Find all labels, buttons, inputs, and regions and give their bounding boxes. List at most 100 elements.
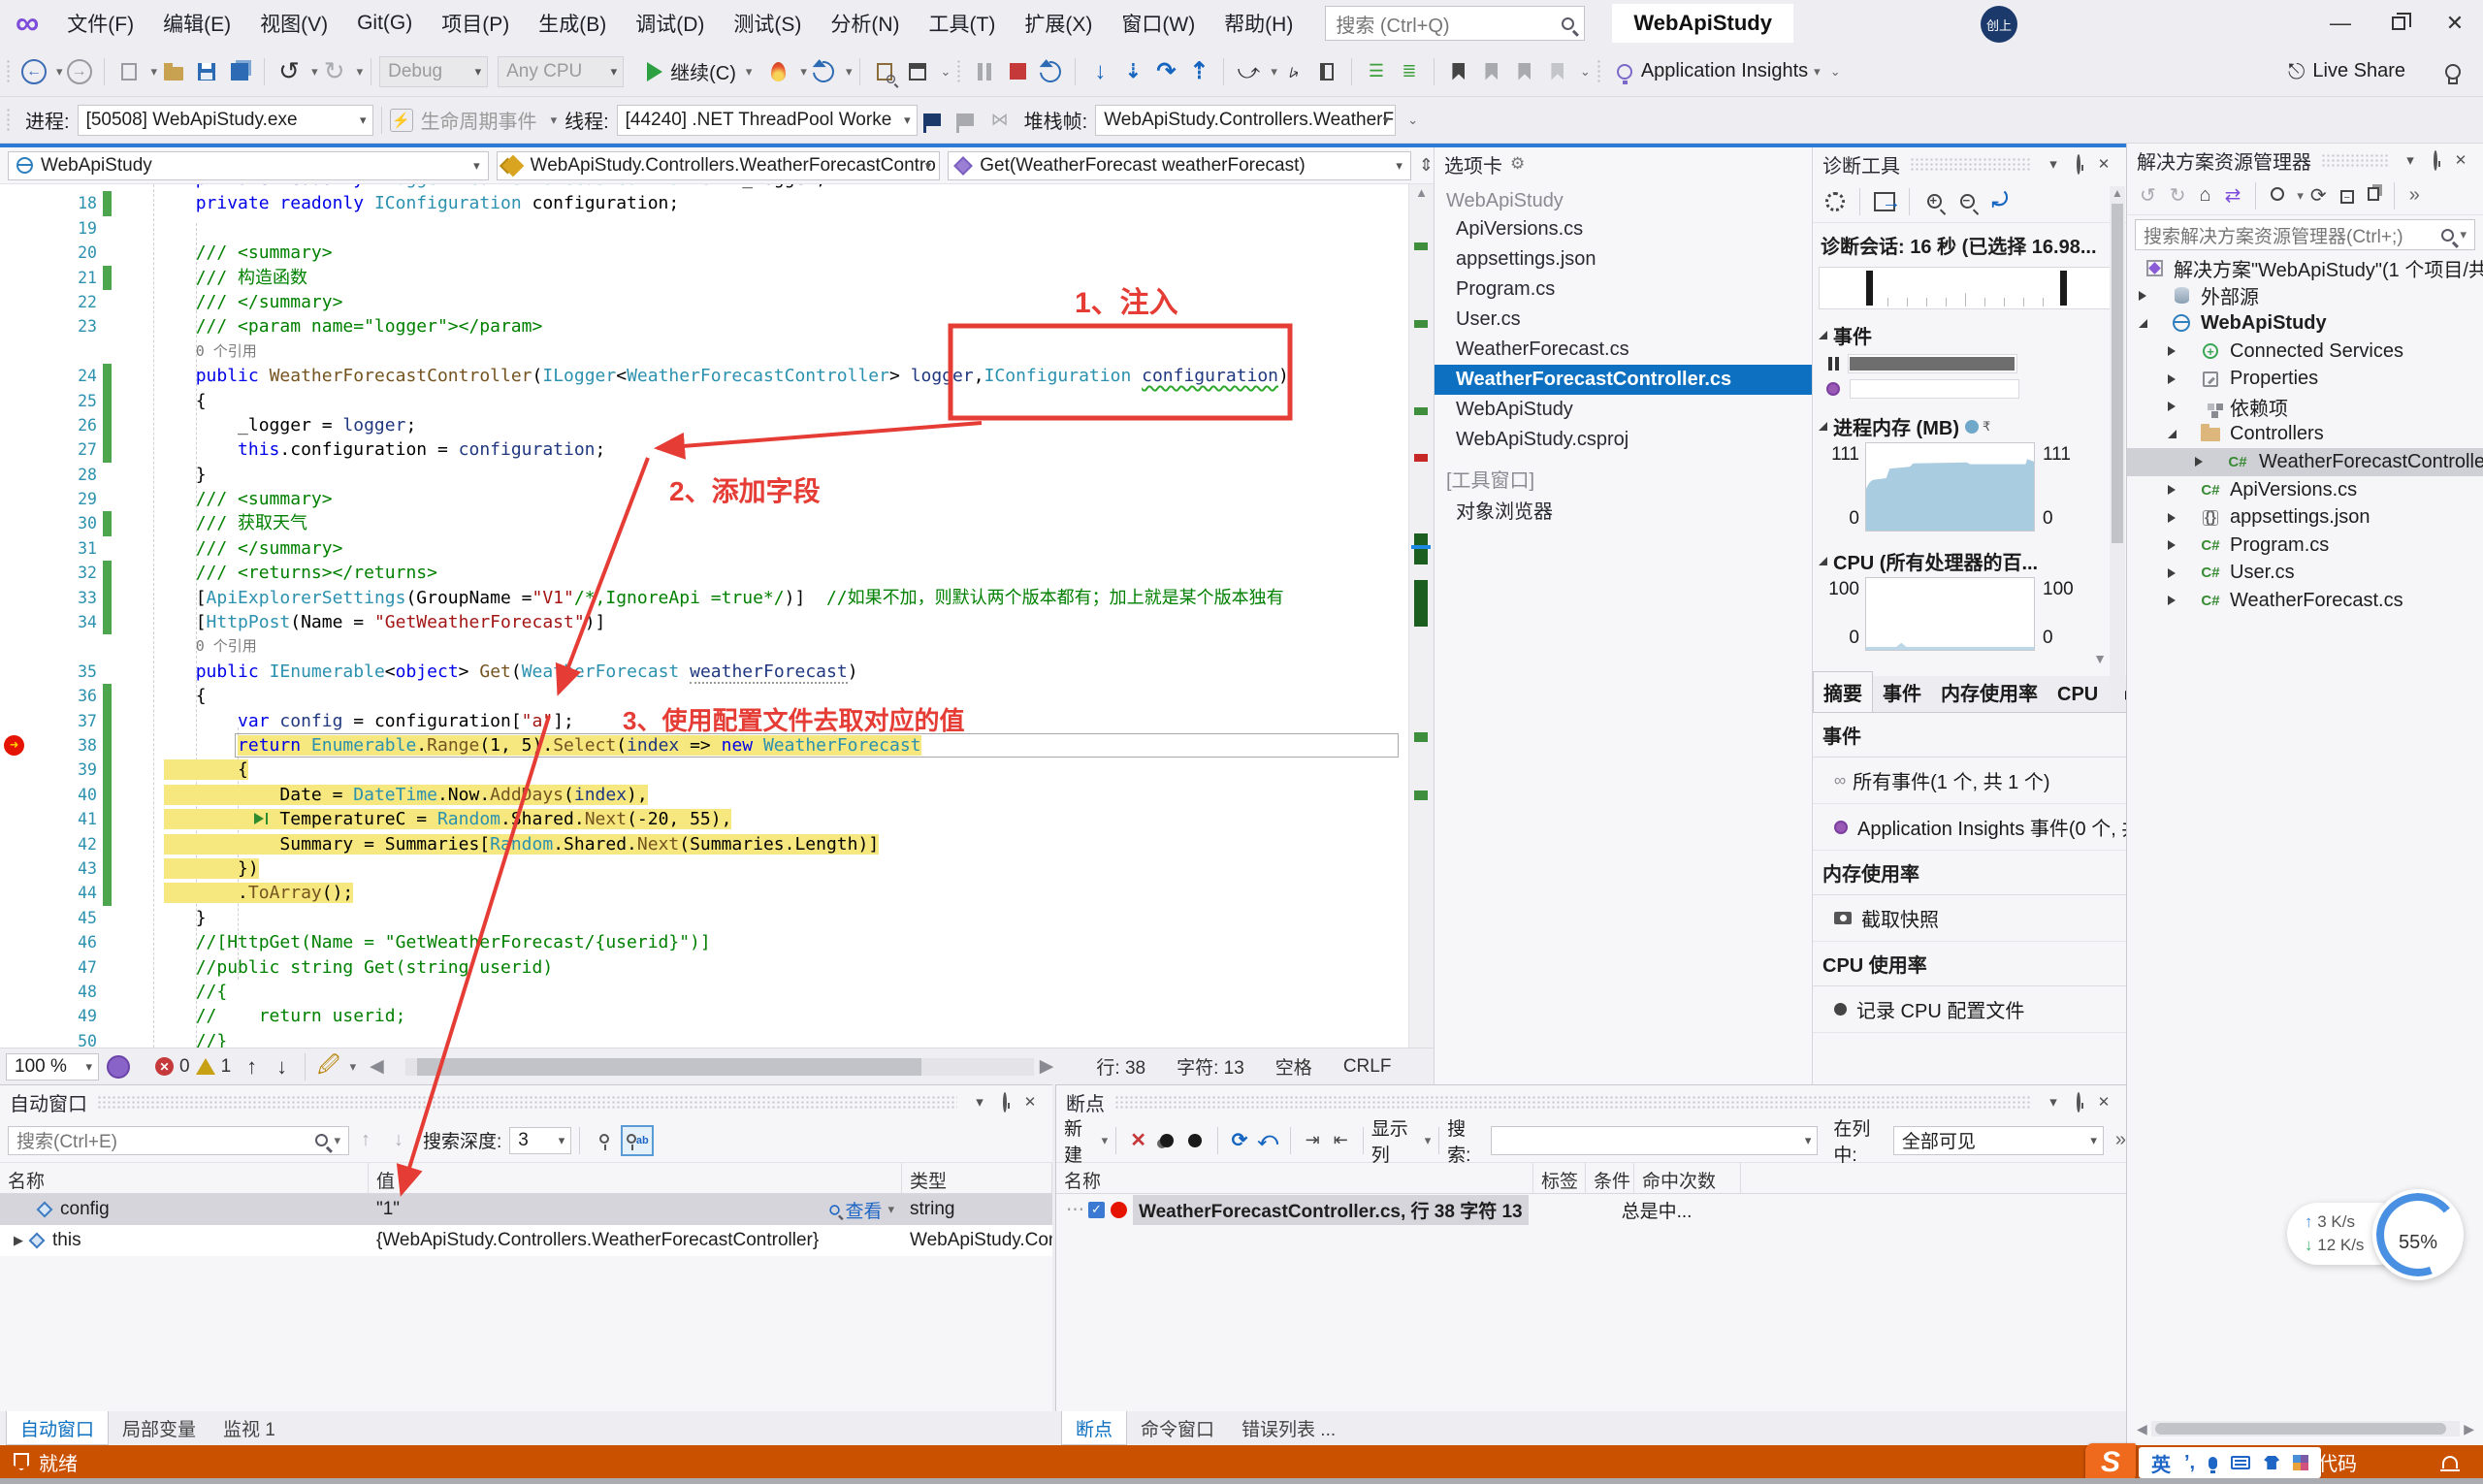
tree-item[interactable]: C# WeatherForecastController.cs <box>2127 448 2483 476</box>
sogou-ime-logo[interactable]: S <box>2085 1443 2136 1482</box>
take-snapshot-link[interactable]: 截取快照 <box>1813 895 2126 942</box>
code-line[interactable]: 26 _logger = logger; <box>0 412 1408 438</box>
column-type[interactable]: 类型 <box>902 1163 1052 1193</box>
diagnostics-scrollbar[interactable]: ▲ <box>2110 186 2125 710</box>
memory-percent-badge[interactable]: 55% <box>2372 1189 2464 1280</box>
app-insights-events-link[interactable]: Application Insights 事件(0 个, 共 <box>1813 804 2126 851</box>
notifications-bell-icon[interactable] <box>2440 1455 2460 1471</box>
code-line[interactable]: 24 public WeatherForecastController(ILog… <box>0 364 1408 389</box>
view-value-link[interactable]: 查看 ▾ <box>828 1197 894 1223</box>
close-icon[interactable]: ✕ <box>2091 155 2116 173</box>
solution-search-input[interactable]: 搜索解决方案资源管理器(Ctrl+;) ▾ <box>2135 219 2475 250</box>
chevron-right-icon[interactable] <box>2139 290 2146 301</box>
close-icon[interactable]: ✕ <box>2091 1093 2116 1111</box>
hscroll-left-icon[interactable]: ◀ <box>370 1055 384 1078</box>
diag-zoom-in-button[interactable]: + <box>1918 186 1951 217</box>
expander-icon[interactable]: ▶ <box>14 1233 23 1248</box>
back-icon[interactable]: ↺ <box>2140 183 2156 208</box>
open-document-item[interactable]: WeatherForecastController.cs <box>1435 365 1812 395</box>
tree-item[interactable]: WebApiStudy <box>2127 309 2483 338</box>
close-button[interactable]: ✕ <box>2427 0 2483 47</box>
stack-frame-dropdown[interactable]: WebApiStudy.Controllers.WeatherFore ▾ <box>1095 104 1397 136</box>
code-line[interactable]: 40 Date = DateTime.Now.AddDays(index), <box>0 782 1408 808</box>
menu-item[interactable]: 调试(D) <box>621 0 719 47</box>
live-share-button[interactable]: ⎋ Live Share <box>2288 59 2405 84</box>
code-line[interactable]: 29 /// <summary> <box>0 487 1408 511</box>
diag-reset-view-button[interactable]: ⤾ <box>1983 186 2016 217</box>
diagnostics-tab[interactable]: 内存使用率 <box>1931 672 2048 712</box>
import-breakpoints-icon[interactable]: ⤺ <box>1254 1125 1282 1156</box>
step-into-button[interactable]: ⇣ <box>1116 56 1149 87</box>
column-name[interactable]: 名称 <box>1056 1163 1533 1193</box>
toolbar-overflow-icon[interactable]: » <box>2115 1129 2126 1151</box>
code-line[interactable]: 23 /// <param name="logger"></param> <box>0 314 1408 339</box>
tree-item[interactable]: {} appsettings.json <box>2127 503 2483 532</box>
iis-express-button[interactable] <box>901 56 934 87</box>
diagnostics-tab[interactable]: 摘要 <box>1813 671 1873 712</box>
code-line[interactable]: 30 /// 获取天气 <box>0 511 1408 536</box>
open-document-item[interactable]: WeatherForecast.cs <box>1435 335 1812 365</box>
apply-code-changes-button[interactable] <box>807 56 840 87</box>
restart-button[interactable] <box>1034 56 1067 87</box>
clear-bookmarks-button[interactable] <box>1541 56 1574 87</box>
record-cpu-link[interactable]: 记录 CPU 配置文件 <box>1813 986 2126 1033</box>
code-line[interactable]: 43 }) <box>0 855 1408 882</box>
search-up-icon[interactable]: ↑ <box>349 1125 382 1156</box>
diag-settings-button[interactable] <box>1819 186 1852 217</box>
panel-tab[interactable]: 自动窗口 <box>6 1411 110 1445</box>
menu-item[interactable]: 测试(S) <box>719 0 816 47</box>
warnings-icon[interactable] <box>195 1058 215 1075</box>
codelens-references[interactable]: 0 个引用 <box>0 634 1408 659</box>
next-issue-icon[interactable]: ↓ <box>276 1054 287 1080</box>
hscroll-right-icon[interactable]: ▶ <box>1040 1055 1054 1078</box>
chevron-right-icon[interactable] <box>2195 457 2203 468</box>
microphone-icon[interactable] <box>2209 1456 2218 1473</box>
charts-collapse-icon[interactable]: ▼ <box>1813 651 2126 666</box>
new-project-button[interactable] <box>113 56 145 87</box>
open-document-item[interactable]: appsettings.json <box>1435 244 1812 274</box>
all-events-link[interactable]: ∞ 所有事件(1 个, 共 1 个) <box>1813 758 2126 804</box>
window-menu-icon[interactable]: ▾ <box>2041 1093 2066 1111</box>
save-all-button[interactable] <box>223 56 256 87</box>
menu-item[interactable]: 项目(P) <box>427 0 524 47</box>
undo-button[interactable]: ↺ <box>273 56 306 87</box>
cpu-section-header[interactable]: CPU (所有处理器的百... <box>1813 541 2126 577</box>
code-line[interactable]: 27 this.configuration = configuration; <box>0 437 1408 463</box>
menu-item[interactable]: 分析(N) <box>816 0 914 47</box>
toggle-bookmark-button[interactable] <box>1442 56 1475 87</box>
application-insights-dropdown[interactable]: Application Insights ▾ <box>1641 60 1821 82</box>
prev-bookmark-button[interactable] <box>1475 56 1508 87</box>
pause-button[interactable] <box>968 56 1001 87</box>
navigate-back-button[interactable]: ← <box>17 56 50 87</box>
toggle-all-breakpoints-button[interactable] <box>1180 1125 1209 1156</box>
zoom-dropdown[interactable]: 100 % ▾ <box>6 1052 99 1081</box>
thread-dropdown[interactable]: [44240] .NET ThreadPool Worke ▾ <box>616 104 918 136</box>
breakpoint-hit-icon[interactable]: ➜ <box>4 734 24 756</box>
chevron-right-icon[interactable] <box>2168 596 2176 606</box>
tree-item[interactable]: C# ApiVersions.cs <box>2127 476 2483 504</box>
minimize-button[interactable]: — <box>2312 0 2369 47</box>
code-line[interactable]: 42 Summary = Summaries[Random.Shared.Nex… <box>0 831 1408 856</box>
redo-button[interactable]: ↻ <box>318 56 351 87</box>
pending-changes-filter-icon[interactable] <box>2271 184 2285 207</box>
codelens-row[interactable]: 0 个引用 <box>0 634 1408 659</box>
code-line[interactable]: 38 return Enumerable.Range(1, 5).Select(… <box>0 732 1408 758</box>
step-over-button[interactable]: ↷ <box>1149 56 1182 87</box>
indent-lines-button[interactable]: ☰ <box>1360 56 1393 87</box>
chevron-right-icon[interactable] <box>2168 512 2176 523</box>
code-line[interactable]: 48 //{ <box>0 980 1408 1004</box>
open-document-item[interactable]: WebApiStudy.csproj <box>1435 425 1812 455</box>
bp-incolumns-dropdown[interactable]: 全部可见 ▾ <box>1892 1125 2104 1155</box>
open-document-item[interactable]: WebApiStudy <box>1435 395 1812 425</box>
open-document-item[interactable]: Program.cs <box>1435 274 1812 305</box>
hot-reload-button[interactable] <box>761 56 794 87</box>
lifecycle-events-button[interactable]: 生命周期事件 <box>421 106 537 134</box>
diagnostics-tab[interactable]: 事件 <box>1873 672 1931 712</box>
pin-values-button[interactable] <box>588 1125 621 1156</box>
flag-threads-button[interactable] <box>918 105 951 136</box>
autos-row-this[interactable]: ▶ this {WebApiStudy.Controllers.WeatherFo… <box>0 1225 1052 1256</box>
bp-search-input[interactable]: ▾ <box>1491 1125 1819 1155</box>
open-document-item[interactable]: 对象浏览器 <box>1435 495 1812 525</box>
show-columns-button[interactable]: 显示列 <box>1371 1114 1419 1167</box>
memory-section-header[interactable]: 进程内存 (MB) ₹ <box>1813 406 2126 442</box>
